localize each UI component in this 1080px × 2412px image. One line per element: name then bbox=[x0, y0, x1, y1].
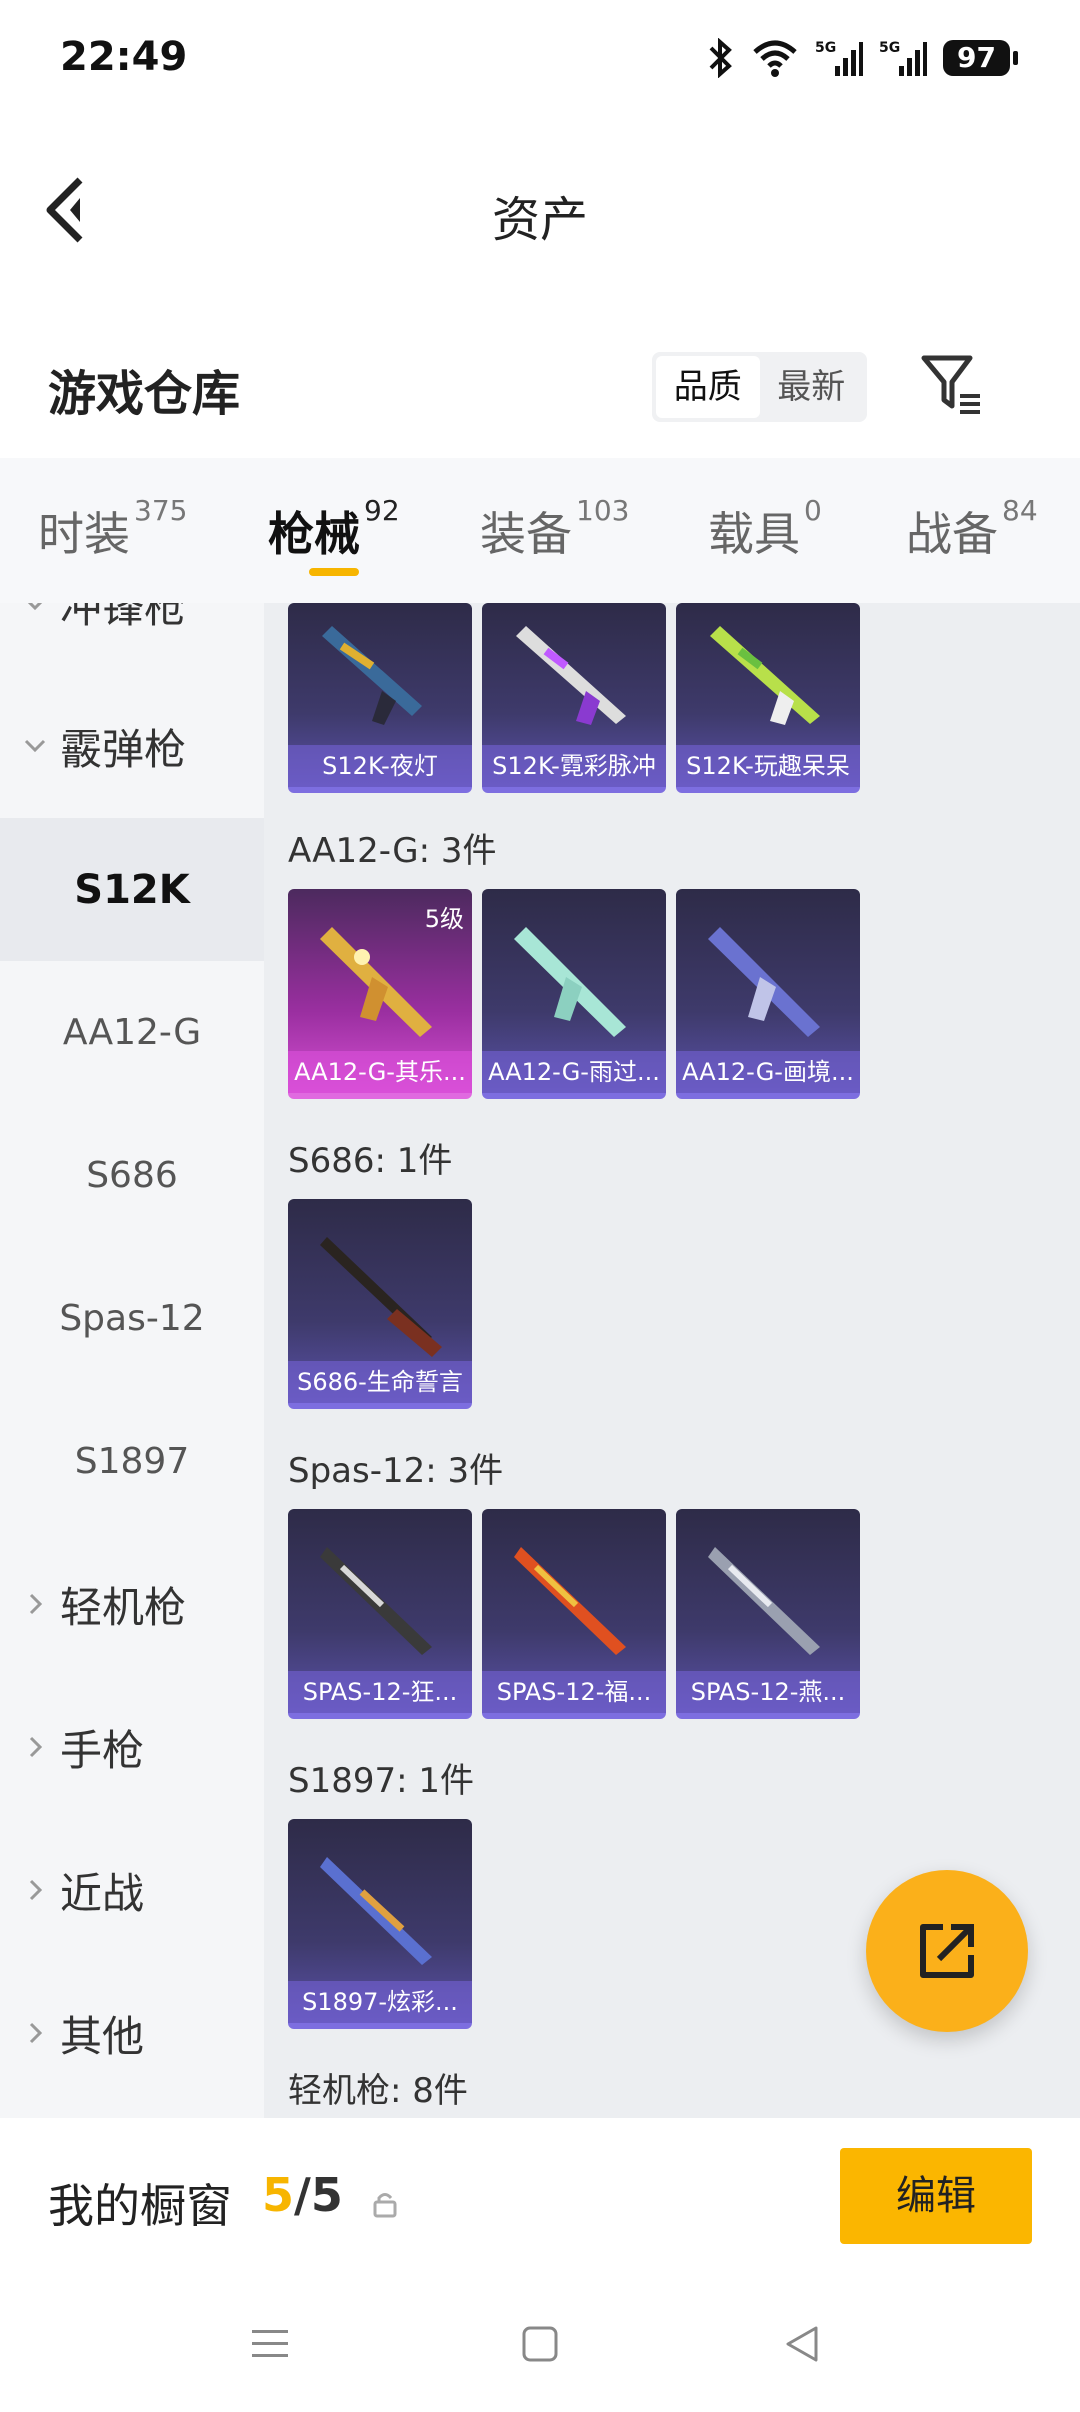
skin-card[interactable]: SPAS-12-福... bbox=[482, 1509, 666, 1719]
shotgun-skin-icon bbox=[320, 1857, 432, 1965]
tab-guns[interactable]: 枪械 92 bbox=[268, 494, 400, 564]
filter-button[interactable] bbox=[918, 350, 988, 420]
sidebar-item-aa12g[interactable]: AA12-G bbox=[0, 961, 264, 1104]
sidebar-item-other[interactable]: 其他 bbox=[0, 1962, 264, 2105]
status-bar: 22:49 5G 5G 97 bbox=[0, 0, 1080, 120]
skin-card[interactable]: 5级 AA12-G-其乐... bbox=[288, 889, 472, 1099]
sort-quality-button[interactable]: 品质 bbox=[656, 356, 760, 418]
active-tab-indicator bbox=[309, 568, 359, 576]
skin-card[interactable]: S686-生命誓言 bbox=[288, 1199, 472, 1409]
sidebar-item-s686[interactable]: S686 bbox=[0, 1104, 264, 1247]
tab-fashion[interactable]: 时装 375 bbox=[38, 494, 187, 564]
shotgun-skin-icon bbox=[322, 626, 422, 725]
home-icon[interactable] bbox=[520, 2324, 560, 2364]
chevron-down-icon bbox=[27, 603, 43, 611]
back-nav-icon[interactable] bbox=[782, 2324, 822, 2364]
skin-card[interactable]: SPAS-12-燕... bbox=[676, 1509, 860, 1719]
category-tabs: 时装 375 枪械 92 装备 103 载具 0 战备 84 bbox=[0, 458, 1080, 603]
sidebar-item-pistol[interactable]: 手枪 bbox=[0, 1676, 264, 1819]
svg-text:5G: 5G bbox=[879, 40, 900, 56]
skin-card[interactable]: S1897-炫彩... bbox=[288, 1819, 472, 2029]
chevron-right-icon bbox=[29, 1593, 43, 1615]
lock-icon bbox=[373, 2193, 397, 2218]
status-icons: 5G 5G 97 bbox=[705, 38, 1018, 78]
showcase-bar: 我的橱窗 5/5 编辑 bbox=[0, 2118, 1080, 2276]
chevron-right-icon bbox=[29, 1879, 43, 1901]
showcase-label: 我的橱窗 bbox=[48, 2179, 232, 2233]
tab-equipment[interactable]: 装备 103 bbox=[480, 494, 629, 564]
shotgun-skin-icon bbox=[320, 1547, 432, 1655]
group-label-s1897: S1897: 1件 bbox=[288, 1761, 475, 1801]
skin-card[interactable]: AA12-G-画境... bbox=[676, 889, 860, 1099]
signal-5g-icon: 5G bbox=[815, 40, 864, 76]
chevron-down-icon bbox=[24, 739, 46, 753]
bluetooth-icon bbox=[709, 38, 732, 78]
chevron-right-icon bbox=[29, 1736, 43, 1758]
tab-vehicles[interactable]: 载具 0 bbox=[708, 494, 822, 564]
svg-text:5G: 5G bbox=[815, 40, 836, 56]
skin-card[interactable]: S12K-霓彩脉冲 bbox=[482, 603, 666, 793]
sidebar-item-s12k[interactable]: S12K bbox=[0, 818, 264, 961]
shotgun-skin-icon bbox=[514, 1547, 626, 1655]
skin-card[interactable]: SPAS-12-狂... bbox=[288, 1509, 472, 1719]
warehouse-title: 游戏仓库 bbox=[48, 366, 241, 422]
chevron-right-icon bbox=[29, 2022, 43, 2044]
group-label-spas12: Spas-12: 3件 bbox=[288, 1451, 504, 1491]
sidebar-item-spas12[interactable]: Spas-12 bbox=[0, 1247, 264, 1390]
shotgun-skin-icon bbox=[708, 1547, 820, 1655]
filter-icon bbox=[921, 355, 980, 414]
section-header: 游戏仓库 品质 最新 bbox=[0, 330, 1080, 450]
sidebar-item-s1897[interactable]: S1897 bbox=[0, 1390, 264, 1533]
group-label-aa12g: AA12-G: 3件 bbox=[288, 831, 497, 871]
skin-card[interactable]: AA12-G-雨过... bbox=[482, 889, 666, 1099]
sort-toggle: 品质 最新 bbox=[652, 352, 867, 422]
shotgun-skin-icon bbox=[320, 1237, 442, 1357]
shotgun-skin-icon bbox=[514, 927, 626, 1037]
menu-icon[interactable] bbox=[250, 2324, 290, 2364]
group-label-s686: S686: 1件 bbox=[288, 1141, 453, 1181]
status-time: 22:49 bbox=[60, 34, 188, 80]
showcase-count: 5/5 bbox=[262, 2168, 343, 2222]
sidebar-item-smg[interactable]: 冲锋枪 bbox=[0, 603, 264, 676]
share-icon bbox=[920, 1924, 974, 1978]
system-nav-bar bbox=[0, 2276, 1080, 2412]
sort-newest-button[interactable]: 最新 bbox=[760, 356, 864, 418]
weapon-category-sidebar: 冲锋枪 霰弹枪 S12K AA12-G S686 Spas-12 S1897 轻… bbox=[0, 603, 264, 2118]
sidebar-item-shotgun[interactable]: 霰弹枪 bbox=[0, 675, 264, 818]
page-title: 资产 bbox=[491, 192, 588, 248]
battery-indicator: 97 bbox=[943, 40, 1018, 76]
group-label-lmg: 轻机枪: 8件 bbox=[288, 2071, 468, 2111]
shotgun-skin-icon bbox=[516, 626, 626, 725]
signal-5g-icon: 5G bbox=[879, 40, 928, 76]
skin-card[interactable]: S12K-玩趣呆呆 bbox=[676, 603, 860, 793]
sidebar-item-lmg[interactable]: 轻机枪 bbox=[0, 1533, 264, 1676]
wifi-icon bbox=[753, 40, 797, 77]
edit-button[interactable]: 编辑 bbox=[840, 2148, 1032, 2244]
tab-combat-gear[interactable]: 战备 84 bbox=[906, 494, 1038, 564]
shotgun-skin-icon bbox=[710, 626, 820, 725]
skin-card[interactable]: S12K-夜灯 bbox=[288, 603, 472, 793]
shotgun-skin-icon bbox=[708, 927, 820, 1037]
share-button[interactable] bbox=[866, 1870, 1028, 2032]
sidebar-item-melee[interactable]: 近战 bbox=[0, 1819, 264, 1962]
nav-bar: 资产 bbox=[0, 120, 1080, 290]
